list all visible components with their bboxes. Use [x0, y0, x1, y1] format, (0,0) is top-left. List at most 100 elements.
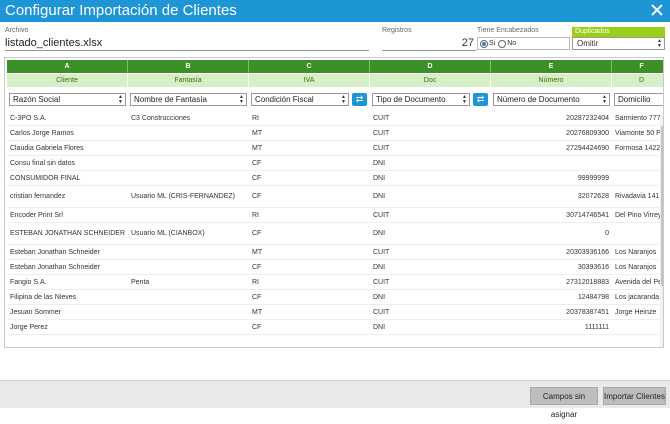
table-cell: Los Naranjos — [612, 260, 663, 275]
table-row[interactable]: Consu final sin datos CF DNI — [7, 156, 663, 171]
table-cell: cristian fernandez — [7, 186, 128, 208]
encabezados-radio-group: Si No — [477, 37, 570, 50]
table-cell: DNI — [370, 320, 491, 335]
table-cell: Jesuan Sommer — [7, 305, 128, 320]
table-row[interactable]: Esteban Jonathan Schneider MT CUIT 20303936… — [7, 245, 663, 260]
table-cell: Sarmiento 777 — [612, 111, 663, 126]
field-mapping-select[interactable]: Tipo de Documento ▲ ▼ — [372, 93, 470, 106]
encabezados-label: Tiene Encabezados — [477, 27, 539, 34]
field-mapping-select[interactable]: Razón Social ▲ ▼ — [9, 93, 126, 106]
select-arrows-icon: ▲ ▼ — [462, 94, 467, 105]
field-mapping-select[interactable]: Domicilio — [614, 93, 663, 106]
table-cell: DNI — [370, 171, 491, 186]
field-mapping-value: Número de Documento — [497, 95, 580, 104]
registros-label: Registros — [382, 27, 412, 34]
table-cell: 20378387451 — [491, 305, 612, 320]
select-arrows-icon: ▲ ▼ — [239, 94, 244, 105]
table-cell: Usuario ML (CIANBOX) — [128, 223, 249, 245]
select-arrows-icon: ▲ ▼ — [657, 38, 662, 49]
table-cell: DNI — [370, 156, 491, 171]
table-cell: CONSUMIDOR FINAL — [7, 171, 128, 186]
field-mapping-value: Condición Fiscal — [255, 95, 314, 104]
table-cell: 32072628 — [491, 186, 612, 208]
duplicados-select[interactable]: Omitir ▲ ▼ — [572, 37, 665, 50]
field-mapping-select[interactable]: Condición Fiscal ▲ ▼ — [251, 93, 349, 106]
table-cell: CUIT — [370, 305, 491, 320]
mapping-cell: Domicilio — [612, 90, 663, 109]
table-cell: 27312018883 — [491, 275, 612, 290]
vertical-scrollbar[interactable] — [660, 116, 663, 347]
field-mapping-select[interactable]: Número de Documento ▲ ▼ — [493, 93, 610, 106]
table-row[interactable]: ESTEBAN JONATHAN SCHNEIDER Usuario ML (CI… — [7, 223, 663, 245]
table-cell: CUIT — [370, 111, 491, 126]
mapping-grid: A B C D E F Cliente Fantasía IVA Doc Número D Razón … — [4, 57, 664, 348]
column-letter: B — [128, 60, 249, 73]
field-mapping-select[interactable]: Nombre de Fantasía ▲ ▼ — [130, 93, 247, 106]
table-cell: MT — [249, 126, 370, 141]
table-cell: Avenida del Pe — [612, 275, 663, 290]
table-cell: CUIT — [370, 126, 491, 141]
column-header: IVA — [249, 74, 370, 87]
close-icon[interactable] — [650, 3, 664, 17]
table-cell: RI — [249, 208, 370, 223]
radio-si-label: Si — [489, 40, 496, 47]
mapping-cell: Número de Documento ▲ ▼ — [491, 90, 612, 109]
table-cell: Encoder Print Srl — [7, 208, 128, 223]
table-cell: CF — [249, 260, 370, 275]
mapping-cell: Tipo de Documento ▲ ▼ ⇄ — [370, 90, 491, 109]
column-letter-row: ABCDEF — [7, 60, 663, 73]
table-cell — [491, 156, 612, 171]
table-cell — [612, 156, 663, 171]
table-cell: CUIT — [370, 141, 491, 156]
field-mapping-value: Tipo de Documento — [376, 95, 446, 104]
import-clients-button[interactable]: Importar Clientes — [603, 387, 666, 405]
unassigned-fields-button[interactable]: Campos sin asignar — [530, 387, 598, 419]
table-row[interactable]: Filipina de las Nieves CF DNI 12484798 Los j… — [7, 290, 663, 305]
duplicados-value: Omitir — [577, 39, 599, 48]
table-cell: Jorge Heinze — [612, 305, 663, 320]
table-row[interactable]: Jorge Perez CF DNI 1111111 — [7, 320, 663, 335]
table-row[interactable]: Esteban Jonathan Schneider CF DNI 30393616 L… — [7, 260, 663, 275]
window-title: Configurar Importación de Clientes — [5, 2, 237, 19]
table-cell: DNI — [370, 290, 491, 305]
table-row[interactable]: Carlos Jorge Ramos MT CUIT 20276809300 Viamo… — [7, 126, 663, 141]
table-row[interactable]: Encoder Print Srl RI CUIT 30714746541 Del Pi… — [7, 208, 663, 223]
registros-count: 27 — [382, 36, 476, 51]
table-row[interactable]: CONSUMIDOR FINAL CF DNI 99999999 — [7, 171, 663, 186]
table-row[interactable]: Claudia Gabriela Flores MT CUIT 27294424690… — [7, 141, 663, 156]
swap-values-icon[interactable]: ⇄ — [473, 93, 488, 106]
table-cell: CF — [249, 320, 370, 335]
table-cell — [128, 290, 249, 305]
table-cell — [128, 171, 249, 186]
table-cell: CUIT — [370, 275, 491, 290]
table-row[interactable]: Jesuan Sommer MT CUIT 20378387451 Jorge Hein… — [7, 305, 663, 320]
table-cell: Esteban Jonathan Schneider — [7, 260, 128, 275]
table-cell: RI — [249, 111, 370, 126]
column-letter: A — [7, 60, 128, 73]
select-arrows-icon: ▲ ▼ — [118, 94, 123, 105]
table-cell: 20276809300 — [491, 126, 612, 141]
table-cell — [128, 320, 249, 335]
table-cell: CUIT — [370, 245, 491, 260]
column-letter: E — [491, 60, 612, 73]
radio-no[interactable] — [498, 39, 507, 48]
table-row[interactable]: Fangio S.A. Penta RI CUIT 27312018883 Avenida… — [7, 275, 663, 290]
table-cell: Del Pino Virrey — [612, 208, 663, 223]
table-cell — [128, 260, 249, 275]
table-cell: Claudia Gabriela Flores — [7, 141, 128, 156]
table-cell: CF — [249, 186, 370, 208]
select-arrows-icon: ▲ ▼ — [341, 94, 346, 105]
table-cell: DNI — [370, 223, 491, 245]
table-row[interactable]: C-3PO S.A. C3 Construcciones RI CUIT 2028723… — [7, 111, 663, 126]
column-header: Doc — [370, 74, 491, 87]
table-row[interactable]: cristian fernandez Usuario ML (CRIS-FERNA… — [7, 186, 663, 208]
table-cell: 30714746541 — [491, 208, 612, 223]
field-mapping-value: Nombre de Fantasía — [134, 95, 207, 104]
vertical-scroll-thumb[interactable] — [661, 126, 663, 286]
radio-si[interactable] — [480, 39, 488, 48]
table-cell: Penta — [128, 275, 249, 290]
table-cell: CF — [249, 223, 370, 245]
swap-values-icon[interactable]: ⇄ — [352, 93, 367, 106]
file-name-field[interactable]: listado_clientes.xlsx — [5, 36, 369, 51]
table-cell: 12484798 — [491, 290, 612, 305]
